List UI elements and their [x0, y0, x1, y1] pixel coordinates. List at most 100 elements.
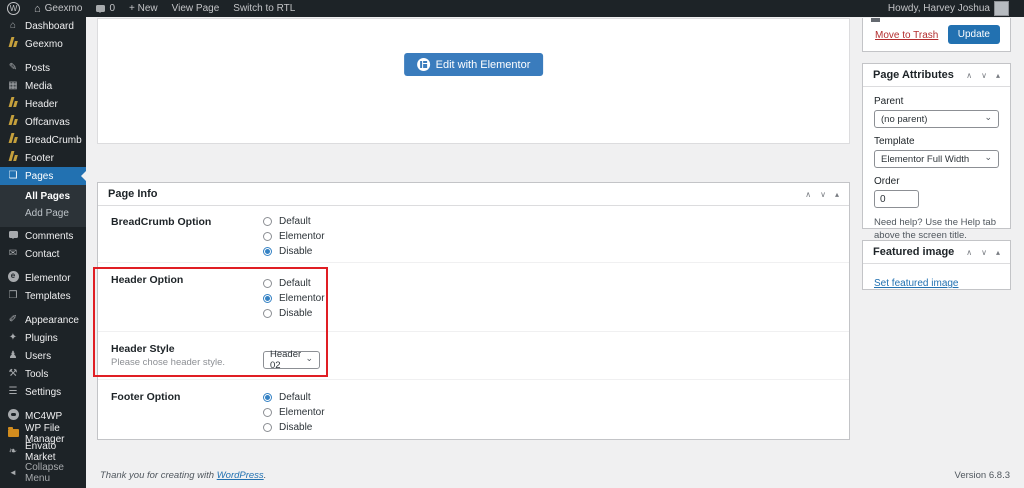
featured-image-title: Featured image: [873, 246, 954, 258]
move-down-icon[interactable]: [981, 248, 987, 257]
home-icon: [34, 3, 41, 15]
view-page-label: View Page: [172, 3, 220, 14]
radio-icon[interactable]: [263, 232, 272, 241]
geexmo-logo-icon: [7, 151, 19, 165]
submenu-item-add-page[interactable]: Add Page: [0, 205, 86, 222]
admin-bar: Geexmo 0 + New View Page Switch to RTL H…: [0, 0, 1024, 17]
featured-image-header: Featured image: [863, 241, 1010, 264]
sidebar-item-envato-market[interactable]: Envato Market: [0, 443, 86, 461]
radio-option-elementor[interactable]: Elementor: [263, 291, 325, 306]
set-featured-image-link[interactable]: Set featured image: [874, 278, 959, 289]
cropped-element-fragment: [871, 18, 880, 22]
templates-icon: [7, 290, 19, 302]
sidebar-item-settings[interactable]: Settings: [0, 383, 86, 401]
radio-option-elementor[interactable]: Elementor: [263, 405, 325, 420]
sidebar-item-geexmo[interactable]: Geexmo: [0, 35, 86, 53]
breadcrumb-option-radios: Default Elementor Disable: [263, 214, 325, 259]
radio-icon[interactable]: [263, 279, 272, 288]
radio-option-default[interactable]: Default: [263, 390, 325, 405]
view-page-link[interactable]: View Page: [165, 0, 227, 17]
radio-icon-selected[interactable]: [263, 393, 272, 402]
pages-submenu: All Pages Add Page: [0, 185, 86, 227]
parent-select[interactable]: (no parent): [874, 110, 999, 128]
switch-to-rtl-link[interactable]: Switch to RTL: [226, 0, 302, 17]
radio-icon[interactable]: [263, 217, 272, 226]
sidebar-item-users[interactable]: Users: [0, 347, 86, 365]
move-up-icon[interactable]: [966, 71, 972, 80]
sidebar-item-posts[interactable]: Posts: [0, 59, 86, 77]
site-name-link[interactable]: Geexmo: [27, 0, 89, 17]
template-select[interactable]: Elementor Full Width: [874, 150, 999, 168]
user-avatar: [994, 1, 1009, 16]
footer-option-label: Footer Option: [111, 391, 180, 403]
toggle-panel-icon[interactable]: [835, 190, 839, 199]
radio-option-disable[interactable]: Disable: [263, 306, 325, 321]
radio-icon[interactable]: [263, 309, 272, 318]
settings-icon: [7, 386, 19, 398]
help-text: Need help? Use the Help tab above the sc…: [874, 217, 999, 243]
collapse-icon: [7, 467, 19, 479]
update-button[interactable]: Update: [948, 25, 1000, 44]
radio-icon-selected[interactable]: [263, 247, 272, 256]
radio-option-elementor[interactable]: Elementor: [263, 229, 325, 244]
comments-shortcut[interactable]: 0: [89, 0, 122, 17]
user-account-menu[interactable]: Howdy, Harvey Joshua: [881, 1, 1016, 16]
wordpress-menu[interactable]: [0, 0, 27, 17]
move-to-trash-link[interactable]: Move to Trash: [875, 30, 938, 41]
sidebar-item-tools[interactable]: Tools: [0, 365, 86, 383]
header-option-radios: Default Elementor Disable: [263, 276, 325, 321]
footer-version: Version 6.8.3: [955, 470, 1010, 481]
order-input[interactable]: [874, 190, 919, 208]
sidebar-item-contact[interactable]: Contact: [0, 245, 86, 263]
template-label: Template: [874, 136, 999, 147]
sidebar-item-appearance[interactable]: Appearance: [0, 311, 86, 329]
sidebar-item-elementor[interactable]: Elementor: [0, 269, 86, 287]
radio-icon[interactable]: [263, 423, 272, 432]
radio-option-default[interactable]: Default: [263, 214, 325, 229]
sidebar-item-comments[interactable]: Comments: [0, 227, 86, 245]
envato-icon: [7, 446, 19, 458]
sidebar-item-footer[interactable]: Footer: [0, 149, 86, 167]
appearance-icon: [7, 314, 19, 326]
geexmo-logo-icon: [7, 133, 19, 147]
admin-sidebar: Dashboard Geexmo Posts Media Header Offc…: [0, 17, 86, 488]
page-info-metabox: Page Info BreadCrumb Option Default Elem…: [97, 182, 850, 440]
radio-option-disable[interactable]: Disable: [263, 244, 325, 259]
wordpress-admin-page: Geexmo 0 + New View Page Switch to RTL H…: [0, 0, 1024, 488]
page-attributes-title: Page Attributes: [873, 69, 954, 81]
sidebar-item-media[interactable]: Media: [0, 77, 86, 95]
sidebar-item-breadcrumb[interactable]: BreadCrumb: [0, 131, 86, 149]
header-style-select[interactable]: Header 02: [263, 351, 320, 369]
geexmo-logo-icon: [7, 115, 19, 129]
edit-with-elementor-button[interactable]: Edit with Elementor: [404, 53, 544, 76]
radio-option-disable[interactable]: Disable: [263, 420, 325, 435]
move-up-icon[interactable]: [966, 248, 972, 257]
new-content-menu[interactable]: + New: [122, 0, 165, 17]
sidebar-item-header[interactable]: Header: [0, 95, 86, 113]
toggle-panel-icon[interactable]: [996, 248, 1000, 257]
collapse-menu-button[interactable]: Collapse Menu: [0, 464, 86, 482]
sidebar-item-dashboard[interactable]: Dashboard: [0, 17, 86, 35]
wordpress-link[interactable]: WordPress: [217, 470, 264, 481]
file-manager-icon: [7, 427, 19, 441]
footer-option-radios: Default Elementor Disable: [263, 390, 325, 435]
move-down-icon[interactable]: [820, 190, 826, 199]
new-label: + New: [129, 3, 158, 14]
radio-option-default[interactable]: Default: [263, 276, 325, 291]
footer-thanks: Thank you for creating with WordPress.: [100, 470, 266, 481]
header-style-row: Header Style Please chose header style. …: [98, 331, 849, 380]
sidebar-item-plugins[interactable]: Plugins: [0, 329, 86, 347]
page-info-title: Page Info: [108, 188, 158, 200]
sidebar-item-offcanvas[interactable]: Offcanvas: [0, 113, 86, 131]
page-attributes-metabox: Page Attributes Parent (no parent) Templ…: [862, 63, 1011, 229]
submenu-item-all-pages[interactable]: All Pages: [0, 188, 86, 205]
radio-icon-selected[interactable]: [263, 294, 272, 303]
move-up-icon[interactable]: [805, 190, 811, 199]
toggle-panel-icon[interactable]: [996, 71, 1000, 80]
sidebar-item-pages[interactable]: Pages: [0, 167, 86, 185]
sidebar-item-templates[interactable]: Templates: [0, 287, 86, 305]
mc4wp-icon: [7, 409, 19, 424]
radio-icon[interactable]: [263, 408, 272, 417]
publish-metabox: Move to Trash Update: [862, 18, 1011, 52]
move-down-icon[interactable]: [981, 71, 987, 80]
